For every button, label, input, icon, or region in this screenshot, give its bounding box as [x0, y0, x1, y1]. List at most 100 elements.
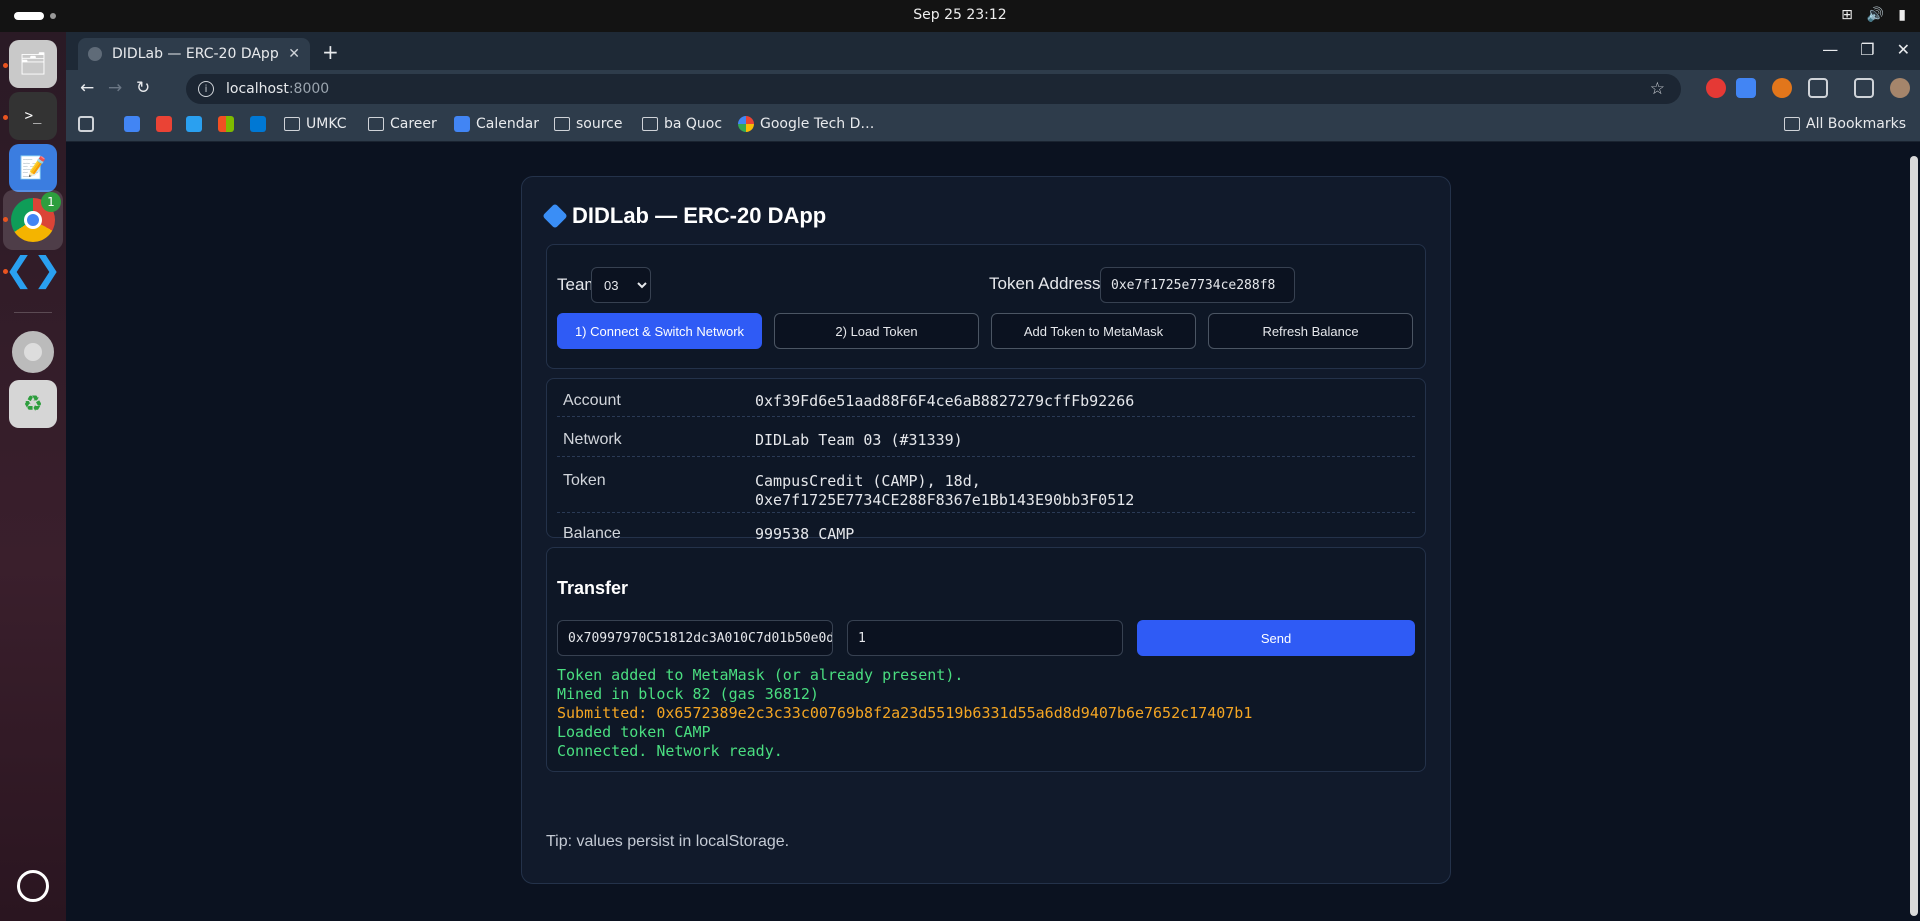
- url-port: :8000: [288, 81, 330, 97]
- tip-text: Tip: values persist in localStorage.: [546, 833, 790, 850]
- browser-tab[interactable]: DIDLab — ERC-20 DApp ✕: [78, 38, 310, 70]
- calendar-icon: [454, 116, 470, 132]
- window-controls: — ❐ ✕: [1822, 40, 1910, 59]
- gmail-bookmark-icon[interactable]: [156, 116, 172, 132]
- bookmark-calendar[interactable]: Calendar: [454, 116, 539, 132]
- address-bar[interactable]: i localhost :8000 ☆: [186, 74, 1681, 104]
- system-tray[interactable]: ⊞ 🔊 ▮: [1841, 7, 1906, 23]
- info-row-network: Network DIDLab Team 03 (#31339): [557, 417, 1415, 457]
- reload-icon[interactable]: ↻: [136, 78, 150, 98]
- url-host: localhost: [226, 81, 289, 97]
- dapp-card: DIDLab — ERC-20 DApp Team 03 Token Addre…: [521, 176, 1451, 884]
- folder-icon: [1784, 117, 1800, 131]
- send-button[interactable]: Send: [1137, 620, 1415, 656]
- balance-value: 999538 CAMP: [755, 525, 855, 543]
- google-icon: [738, 116, 754, 132]
- text-editor-icon[interactable]: 📝: [9, 144, 57, 192]
- folder-icon: [554, 117, 570, 131]
- log-line: Loaded token CAMP: [557, 723, 711, 741]
- running-indicator: [3, 217, 8, 222]
- token-label: Token: [563, 472, 606, 489]
- folder-icon: [368, 117, 384, 131]
- controls-panel: Team 03 Token Address 0xe7f1725e7734ce28…: [546, 244, 1426, 369]
- tab-title: DIDLab — ERC-20 DApp: [112, 46, 279, 62]
- new-tab-icon[interactable]: +: [322, 40, 339, 64]
- folder-icon: [642, 117, 658, 131]
- token-address-label: Token Address: [989, 274, 1101, 293]
- bookmark-star-icon[interactable]: ☆: [1650, 79, 1665, 99]
- page-title: DIDLab — ERC-20 DApp: [542, 203, 827, 229]
- logo-icon: [542, 203, 568, 229]
- token-value-line1: CampusCredit (CAMP), 18d,: [755, 472, 981, 490]
- vscode-bookmark-icon[interactable]: [186, 116, 202, 132]
- transfer-panel: Transfer 0x70997970C51812dc3A010C7d01b50…: [546, 547, 1426, 772]
- chrome-icon[interactable]: 1: [3, 190, 63, 250]
- restore-icon[interactable]: ❐: [1860, 40, 1874, 59]
- outlook-bookmark-icon[interactable]: [250, 116, 266, 132]
- show-apps-icon[interactable]: [9, 862, 57, 910]
- system-clock[interactable]: Sep 25 23:12: [0, 7, 1920, 23]
- trash-icon[interactable]: ♻: [9, 380, 57, 428]
- bookmarks-bar: UMKC Career Calendar source ba Quoc Goog…: [66, 108, 1920, 142]
- bookmark-umkc[interactable]: UMKC: [284, 116, 347, 132]
- apps-grid-icon[interactable]: [78, 116, 94, 132]
- network-label: Network: [563, 431, 622, 448]
- browser-window: DIDLab — ERC-20 DApp ✕ + — ❐ ✕ ← → ↻ i l…: [66, 32, 1920, 921]
- team-select[interactable]: 03: [591, 267, 651, 303]
- files-icon[interactable]: 🗂: [9, 40, 57, 88]
- network-value: DIDLab Team 03 (#31339): [755, 431, 963, 449]
- recipient-address-input[interactable]: 0x70997970C51812dc3A010C7d01b50e0d17dc79…: [557, 620, 833, 656]
- extensions-icon[interactable]: [1808, 78, 1828, 98]
- running-indicator: [3, 115, 8, 120]
- microsoft-bookmark-icon[interactable]: [218, 116, 234, 132]
- log-line: Submitted: 0x6572389e2c3c33c00769b8f2a23…: [557, 704, 1253, 722]
- info-row-token: Token CampusCredit (CAMP), 18d, 0xe7f172…: [557, 457, 1415, 513]
- add-token-metamask-button[interactable]: Add Token to MetaMask: [991, 313, 1196, 349]
- site-info-icon[interactable]: i: [198, 81, 214, 97]
- page-viewport: DIDLab — ERC-20 DApp Team 03 Token Addre…: [66, 142, 1920, 921]
- minimize-icon[interactable]: —: [1822, 40, 1838, 59]
- info-panel: Account 0xf39Fd6e51aad88F6F4ce6aB8827279…: [546, 378, 1426, 553]
- token-address-input[interactable]: 0xe7f1725e7734ce288f8: [1100, 267, 1295, 303]
- system-top-bar: Sep 25 23:12 ⊞ 🔊 ▮: [0, 0, 1920, 32]
- volume-icon[interactable]: 🔊: [1867, 7, 1884, 23]
- info-row-account: Account 0xf39Fd6e51aad88F6F4ce6aB8827279…: [557, 381, 1415, 417]
- extension-red-icon[interactable]: [1706, 78, 1726, 98]
- token-value-line2: 0xe7f1725E7734CE288F8367e1Bb143E90bb3F05…: [755, 491, 1135, 509]
- balance-label: Balance: [563, 525, 621, 542]
- disc-icon[interactable]: [9, 328, 57, 376]
- terminal-icon[interactable]: >_: [9, 92, 57, 140]
- page-title-text: DIDLab — ERC-20 DApp: [572, 203, 827, 228]
- bookmark-career[interactable]: Career: [368, 116, 437, 132]
- metamask-icon[interactable]: [1772, 78, 1792, 98]
- bookmark-source[interactable]: source: [554, 116, 623, 132]
- folder-icon: [284, 117, 300, 131]
- close-tab-icon[interactable]: ✕: [288, 46, 300, 62]
- vscode-icon[interactable]: ❮❯: [5, 246, 62, 294]
- globe-icon: [88, 47, 102, 61]
- profile-avatar[interactable]: [1890, 78, 1910, 98]
- dock-separator: [14, 312, 52, 313]
- forward-icon[interactable]: →: [108, 78, 122, 98]
- dock: 🗂 >_ 📝 1 ❮❯ ♻: [0, 32, 66, 921]
- bookmark-google-tech[interactable]: Google Tech D…: [738, 116, 874, 132]
- tab-strip: DIDLab — ERC-20 DApp ✕ + — ❐ ✕: [66, 32, 1920, 70]
- status-log: Token added to MetaMask (or already pres…: [557, 666, 1252, 761]
- account-value: 0xf39Fd6e51aad88F6F4ce6aB8827279cffFb922…: [755, 392, 1135, 410]
- close-window-icon[interactable]: ✕: [1897, 40, 1910, 59]
- battery-icon[interactable]: ▮: [1898, 7, 1906, 23]
- translate-bookmark-icon[interactable]: [124, 116, 140, 132]
- translate-icon[interactable]: [1736, 78, 1756, 98]
- log-line: Connected. Network ready.: [557, 742, 783, 760]
- back-icon[interactable]: ←: [80, 78, 94, 98]
- network-icon[interactable]: ⊞: [1841, 7, 1853, 23]
- amount-input[interactable]: 1: [847, 620, 1123, 656]
- refresh-balance-button[interactable]: Refresh Balance: [1208, 313, 1413, 349]
- tab-search-icon[interactable]: [1854, 78, 1874, 98]
- bookmark-ba-quoc[interactable]: ba Quoc: [642, 116, 722, 132]
- load-token-button[interactable]: 2) Load Token: [774, 313, 979, 349]
- page-scrollbar[interactable]: [1910, 156, 1918, 916]
- transfer-title: Transfer: [557, 578, 629, 598]
- all-bookmarks[interactable]: All Bookmarks: [1784, 116, 1906, 132]
- connect-switch-network-button[interactable]: 1) Connect & Switch Network: [557, 313, 762, 349]
